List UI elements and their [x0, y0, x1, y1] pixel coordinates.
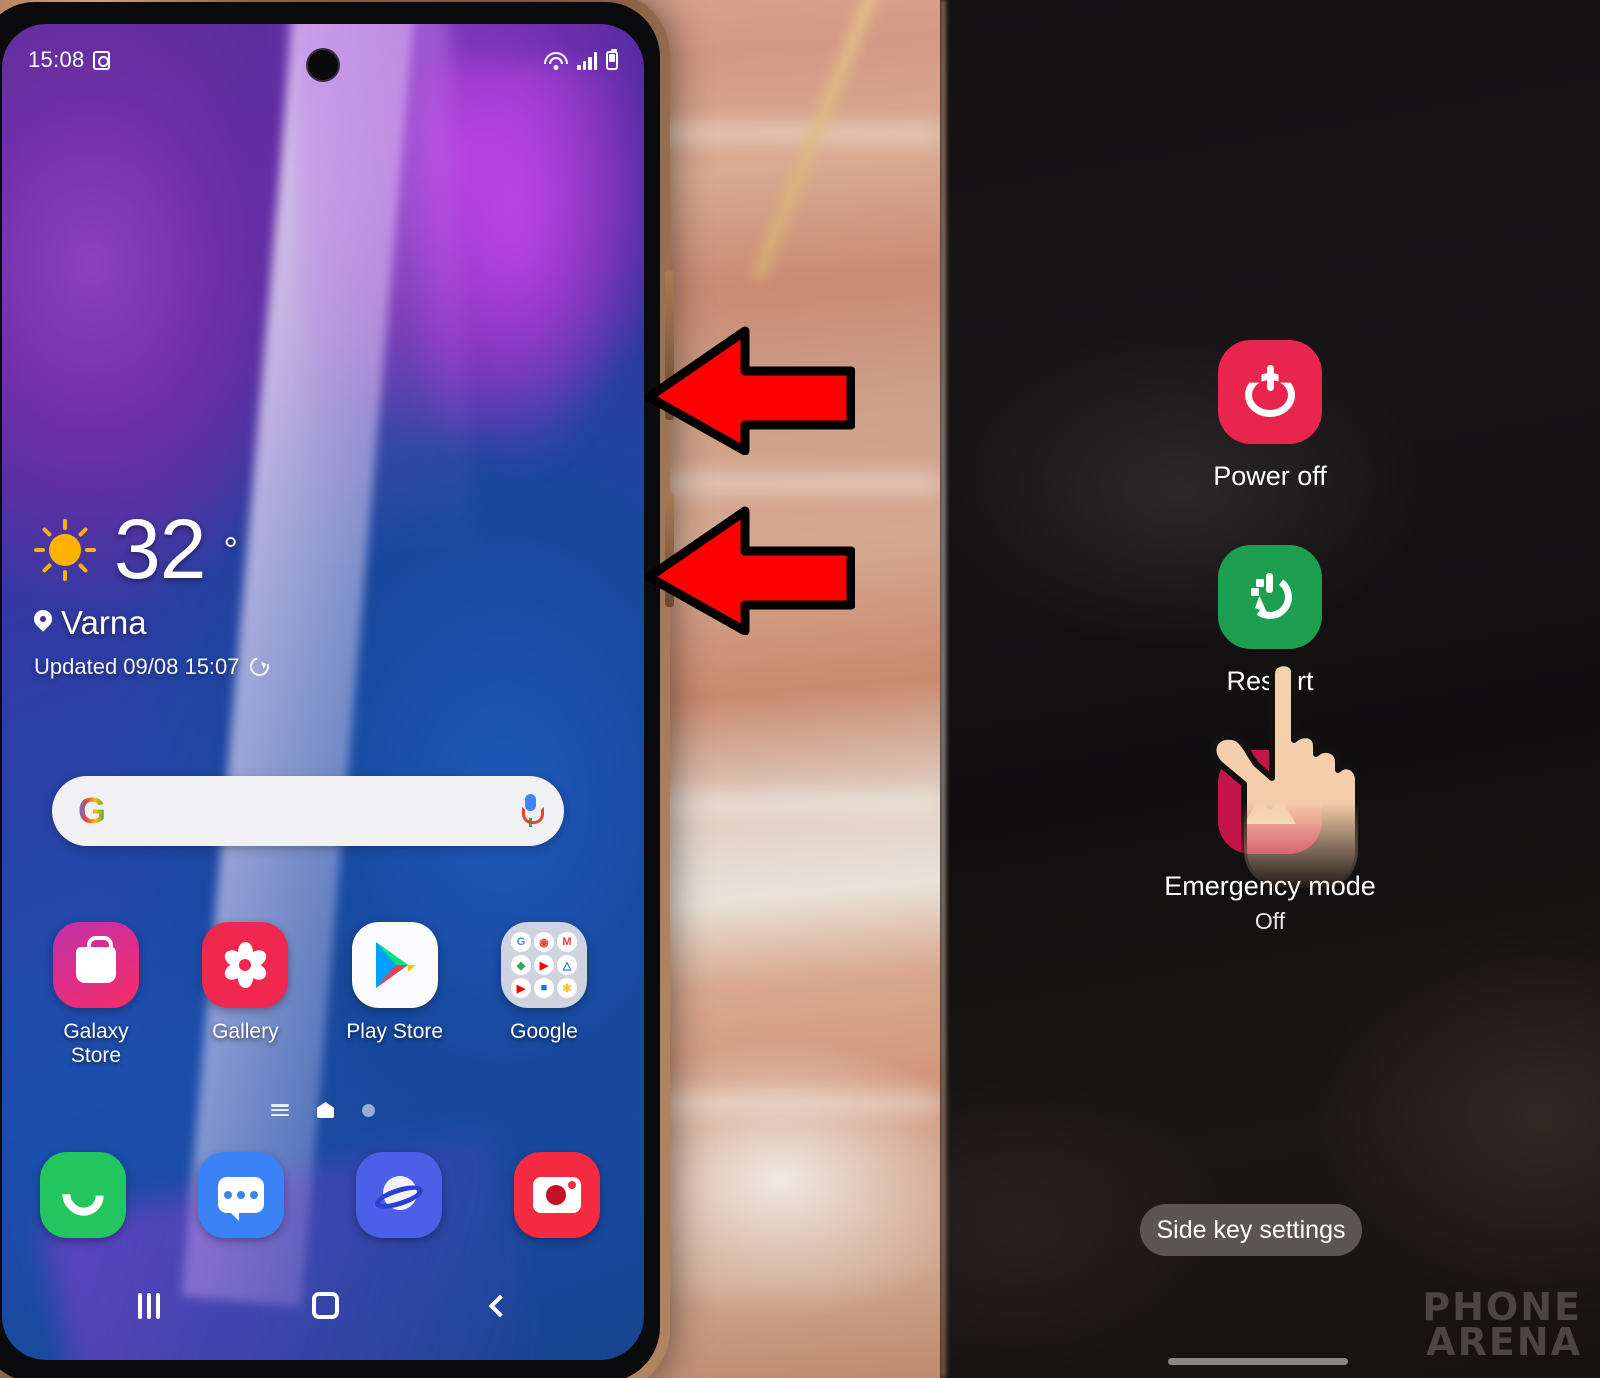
mini-icon-chrome: ◉: [533, 932, 554, 952]
location-pin-icon: [34, 610, 52, 636]
folder-mini-grid: G ◉ M ◆ ▶ △ ▶ ■ ✻: [510, 932, 577, 998]
mini-icon-youtube-music: ▶: [510, 978, 531, 998]
refresh-icon[interactable]: [246, 653, 272, 680]
restart-icon: [1218, 545, 1322, 649]
wallpaper-streak: [422, 64, 644, 484]
phone-handset-icon[interactable]: [40, 1152, 126, 1238]
phone-device: 15:08 32 ° Varna Updated 09/08 15:07 G G…: [0, 0, 674, 1378]
mini-icon-photos: ✻: [556, 978, 577, 998]
flower-icon: [202, 922, 289, 1008]
gesture-bar[interactable]: [1168, 1358, 1348, 1365]
weather-updated-row: Updated 09/08 15:07: [34, 653, 272, 680]
pointing-hand-icon: [1196, 660, 1366, 891]
status-bar-time: 15:08: [28, 47, 85, 72]
back-chevron-icon[interactable]: [488, 1294, 512, 1317]
power-off-label: Power off: [1213, 461, 1327, 491]
weather-temperature: 32: [114, 502, 206, 596]
message-bubble-icon[interactable]: [198, 1152, 284, 1238]
app-icon-gallery[interactable]: Gallery: [189, 922, 301, 1068]
weather-main-row: 32 °: [34, 502, 269, 596]
app-icon-google-folder[interactable]: G ◉ M ◆ ▶ △ ▶ ■ ✻ Google: [488, 922, 600, 1068]
mini-icon-maps: ◆: [510, 955, 531, 975]
camera-icon[interactable]: [514, 1152, 600, 1238]
app-label: Google: [510, 1020, 578, 1043]
home-square-icon[interactable]: [312, 1292, 340, 1319]
shopping-bag-icon: [53, 922, 139, 1008]
mini-icon-drive: △: [556, 955, 577, 975]
side-key-settings-button[interactable]: Side key settings: [1140, 1204, 1362, 1256]
app-icon-play-store[interactable]: Play Store: [339, 922, 451, 1068]
screenshot-root: 15:08 32 ° Varna Updated 09/08 15:07 G G…: [0, 0, 1600, 1378]
page-indicator: [2, 1102, 644, 1118]
arrow-volume-key: [645, 325, 855, 455]
weather-widget[interactable]: 32 ° Varna Updated 09/08 15:07: [34, 502, 272, 680]
arrow-side-key: [645, 505, 855, 635]
page-dot-icon[interactable]: [362, 1103, 375, 1117]
watermark-line-2: ARENA: [1426, 1320, 1582, 1365]
home-icon[interactable]: [317, 1102, 334, 1118]
status-bar-left: 15:08: [28, 47, 110, 73]
mini-icon-meet: ■: [533, 978, 554, 998]
app-list-icon[interactable]: [271, 1104, 289, 1116]
mini-icon-youtube: ▶: [533, 955, 554, 975]
home-app-row: Galaxy Store Gallery Play Store G ◉ M ◆ …: [40, 922, 600, 1068]
phone-screen: 15:08 32 ° Varna Updated 09/08 15:07 G G…: [2, 24, 644, 1360]
phone-bezel: 15:08 32 ° Varna Updated 09/08 15:07 G G…: [0, 2, 660, 1378]
app-label: Galaxy Store: [63, 1020, 129, 1067]
mini-icon-google: G: [510, 932, 531, 952]
power-icon: [1218, 340, 1322, 444]
emergency-mode-state: Off: [1254, 908, 1286, 934]
mini-icon-gmail: M: [556, 932, 577, 952]
signal-icon: [577, 51, 597, 70]
weather-updated-text: Updated 09/08 15:07: [34, 653, 240, 679]
screenshot-icon: [92, 50, 110, 70]
home-dock: [40, 1152, 600, 1238]
status-bar: 15:08: [2, 40, 644, 80]
browser-planet-icon[interactable]: [356, 1152, 442, 1238]
play-triangle-icon: [351, 922, 438, 1008]
app-label: Play Store: [346, 1020, 444, 1043]
battery-icon: [606, 48, 618, 70]
app-label: Gallery: [212, 1020, 279, 1043]
google-g-icon: G: [78, 790, 107, 831]
google-search-bar[interactable]: G: [52, 776, 564, 846]
weather-location: Varna: [61, 603, 147, 641]
navigation-bar: [2, 1292, 644, 1319]
sun-icon: [34, 518, 96, 581]
weather-degree-symbol: °: [223, 528, 238, 570]
power-off-button[interactable]: Power off: [940, 340, 1600, 492]
app-icon-galaxy-store[interactable]: Galaxy Store: [40, 922, 152, 1068]
wifi-icon: [544, 51, 568, 70]
side-key-settings-label: Side key settings: [1156, 1215, 1346, 1244]
microphone-icon[interactable]: [522, 794, 544, 828]
recents-icon[interactable]: [138, 1292, 161, 1319]
phonearena-watermark: PHONE ARENA: [1422, 1288, 1582, 1365]
weather-location-row: Varna: [34, 604, 269, 642]
google-folder-icon: G ◉ M ◆ ▶ △ ▶ ■ ✻: [500, 922, 587, 1008]
left-photo-panel: 15:08 32 ° Varna Updated 09/08 15:07 G G…: [0, 0, 940, 1378]
status-bar-right: [544, 48, 618, 70]
